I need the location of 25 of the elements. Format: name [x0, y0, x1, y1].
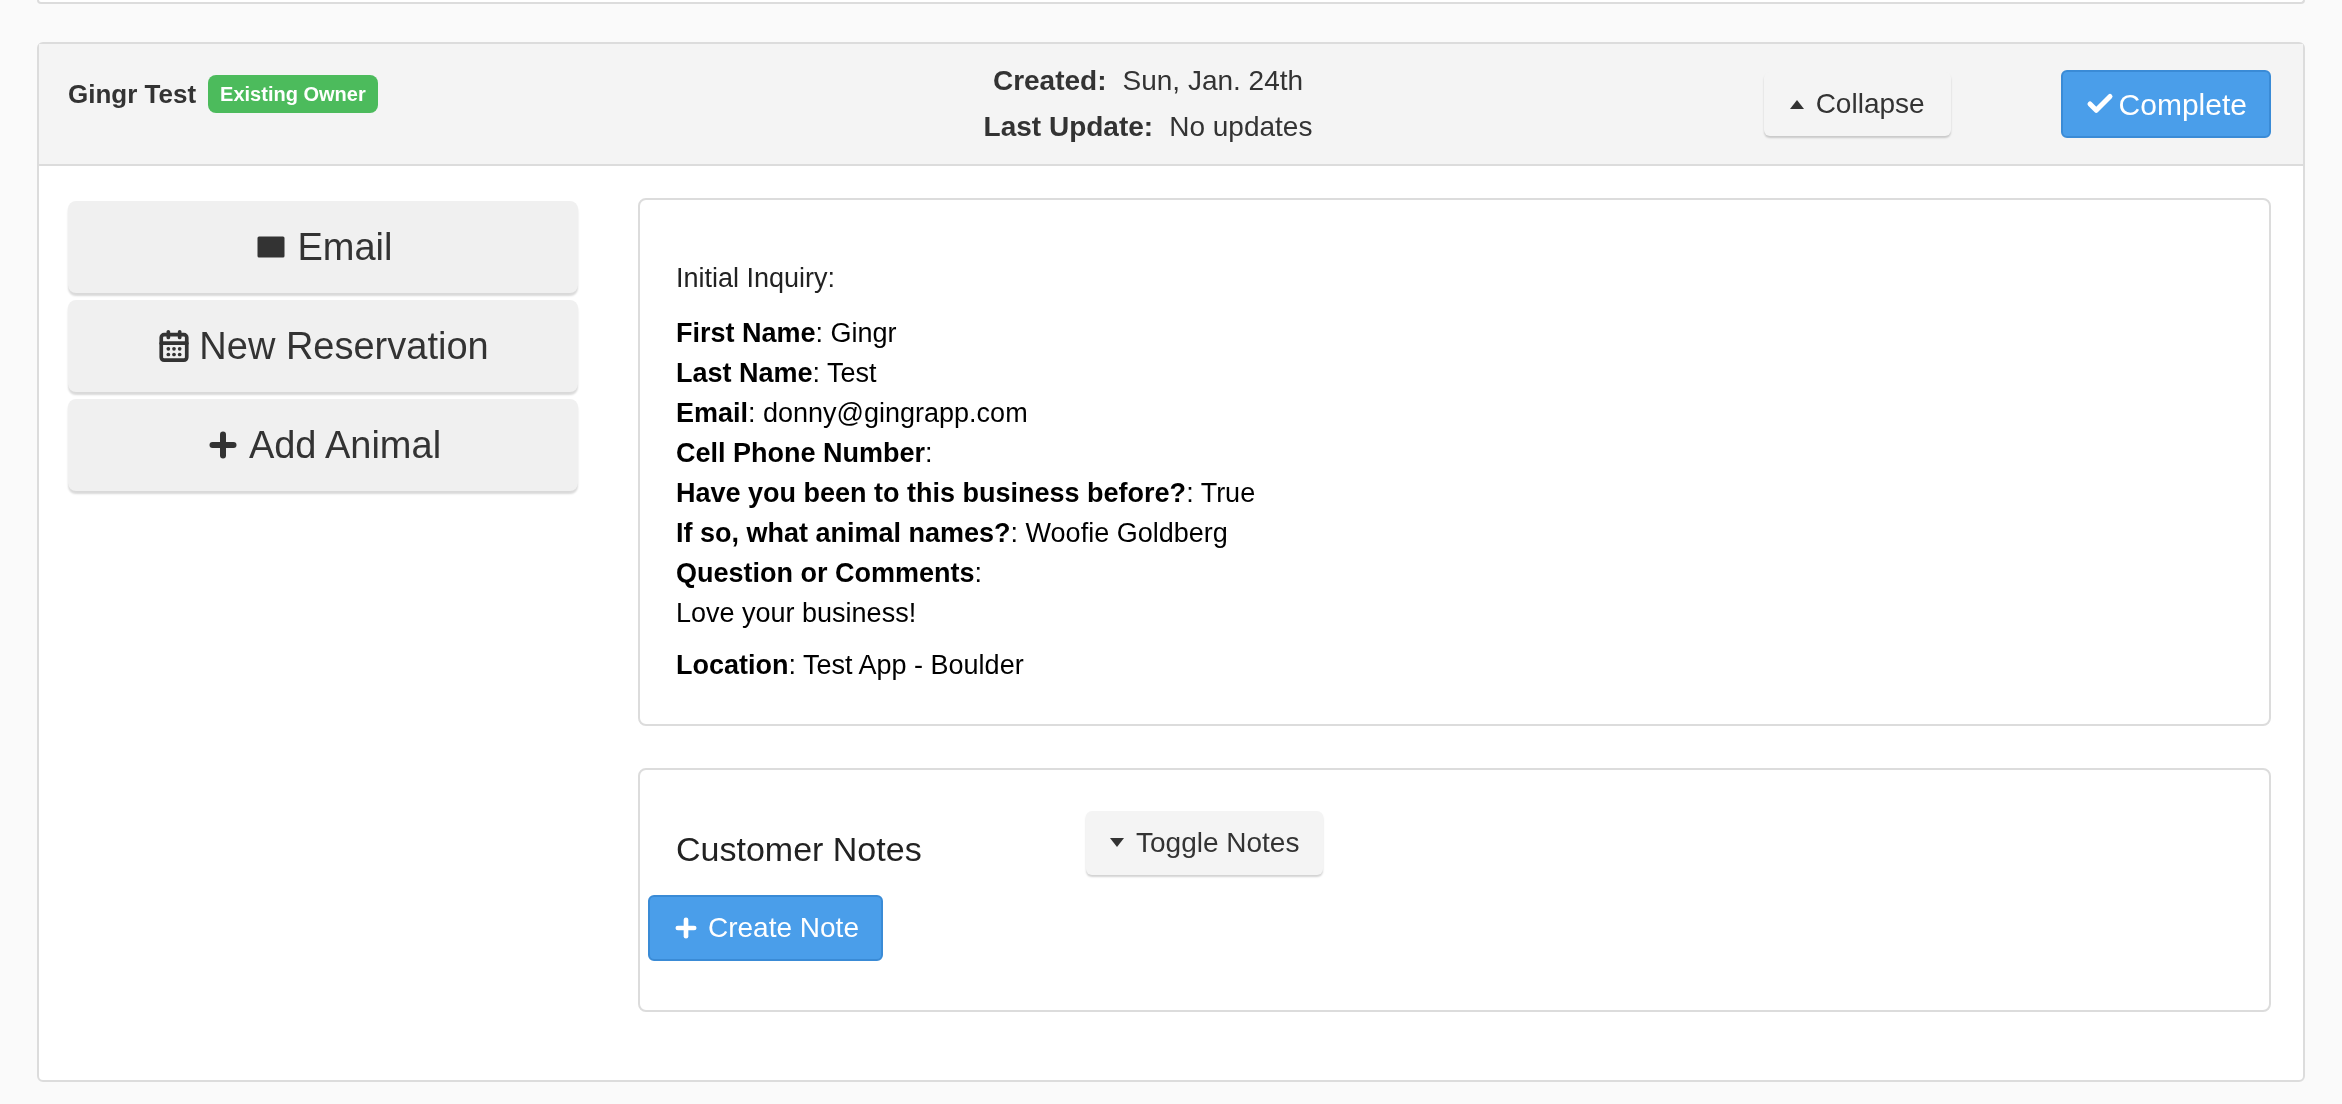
- meta-value: Sun, Jan. 24th: [1122, 64, 1304, 98]
- action-button[interactable]: New Reservation: [68, 300, 578, 392]
- collapse-button[interactable]: Collapse: [1763, 72, 1951, 136]
- meta-value: No updates: [1169, 110, 1313, 144]
- notes-title: Customer Notes: [676, 829, 923, 870]
- caret-down-icon: [1110, 838, 1124, 847]
- action-button[interactable]: Add Animal: [68, 399, 578, 491]
- inquiry-line: If so, what animal names?: Woofie Goldberg: [676, 516, 1229, 550]
- inquiry-line: Email: donny@gingrapp.com: [676, 396, 1029, 430]
- meta-label: Created:: [992, 64, 1107, 98]
- action-button[interactable]: Email: [68, 201, 578, 293]
- calendar-icon: [157, 329, 192, 363]
- inquiry-line: Question or Comments:: [676, 556, 984, 590]
- inquiry-location: Location: Test App - Boulder: [676, 648, 1025, 682]
- status-badge: Existing Owner: [208, 75, 378, 113]
- inquiry-line: Have you been to this business before?: True: [676, 476, 1257, 510]
- owner-name: Gingr Test: [68, 77, 197, 111]
- meta-label: Last Update:: [983, 110, 1154, 144]
- toggle-notes-button[interactable]: Toggle Notes: [1086, 810, 1324, 875]
- inquiry-line: Last Name: Test: [676, 356, 878, 390]
- inquiry-heading: Initial Inquiry:: [676, 262, 837, 295]
- inquiry-line: Cell Phone Number:: [676, 436, 934, 470]
- inquiry-line: Love your business!: [676, 596, 918, 630]
- inquiry-line: First Name: Gingr: [676, 316, 898, 350]
- caret-up-icon: [1789, 99, 1804, 109]
